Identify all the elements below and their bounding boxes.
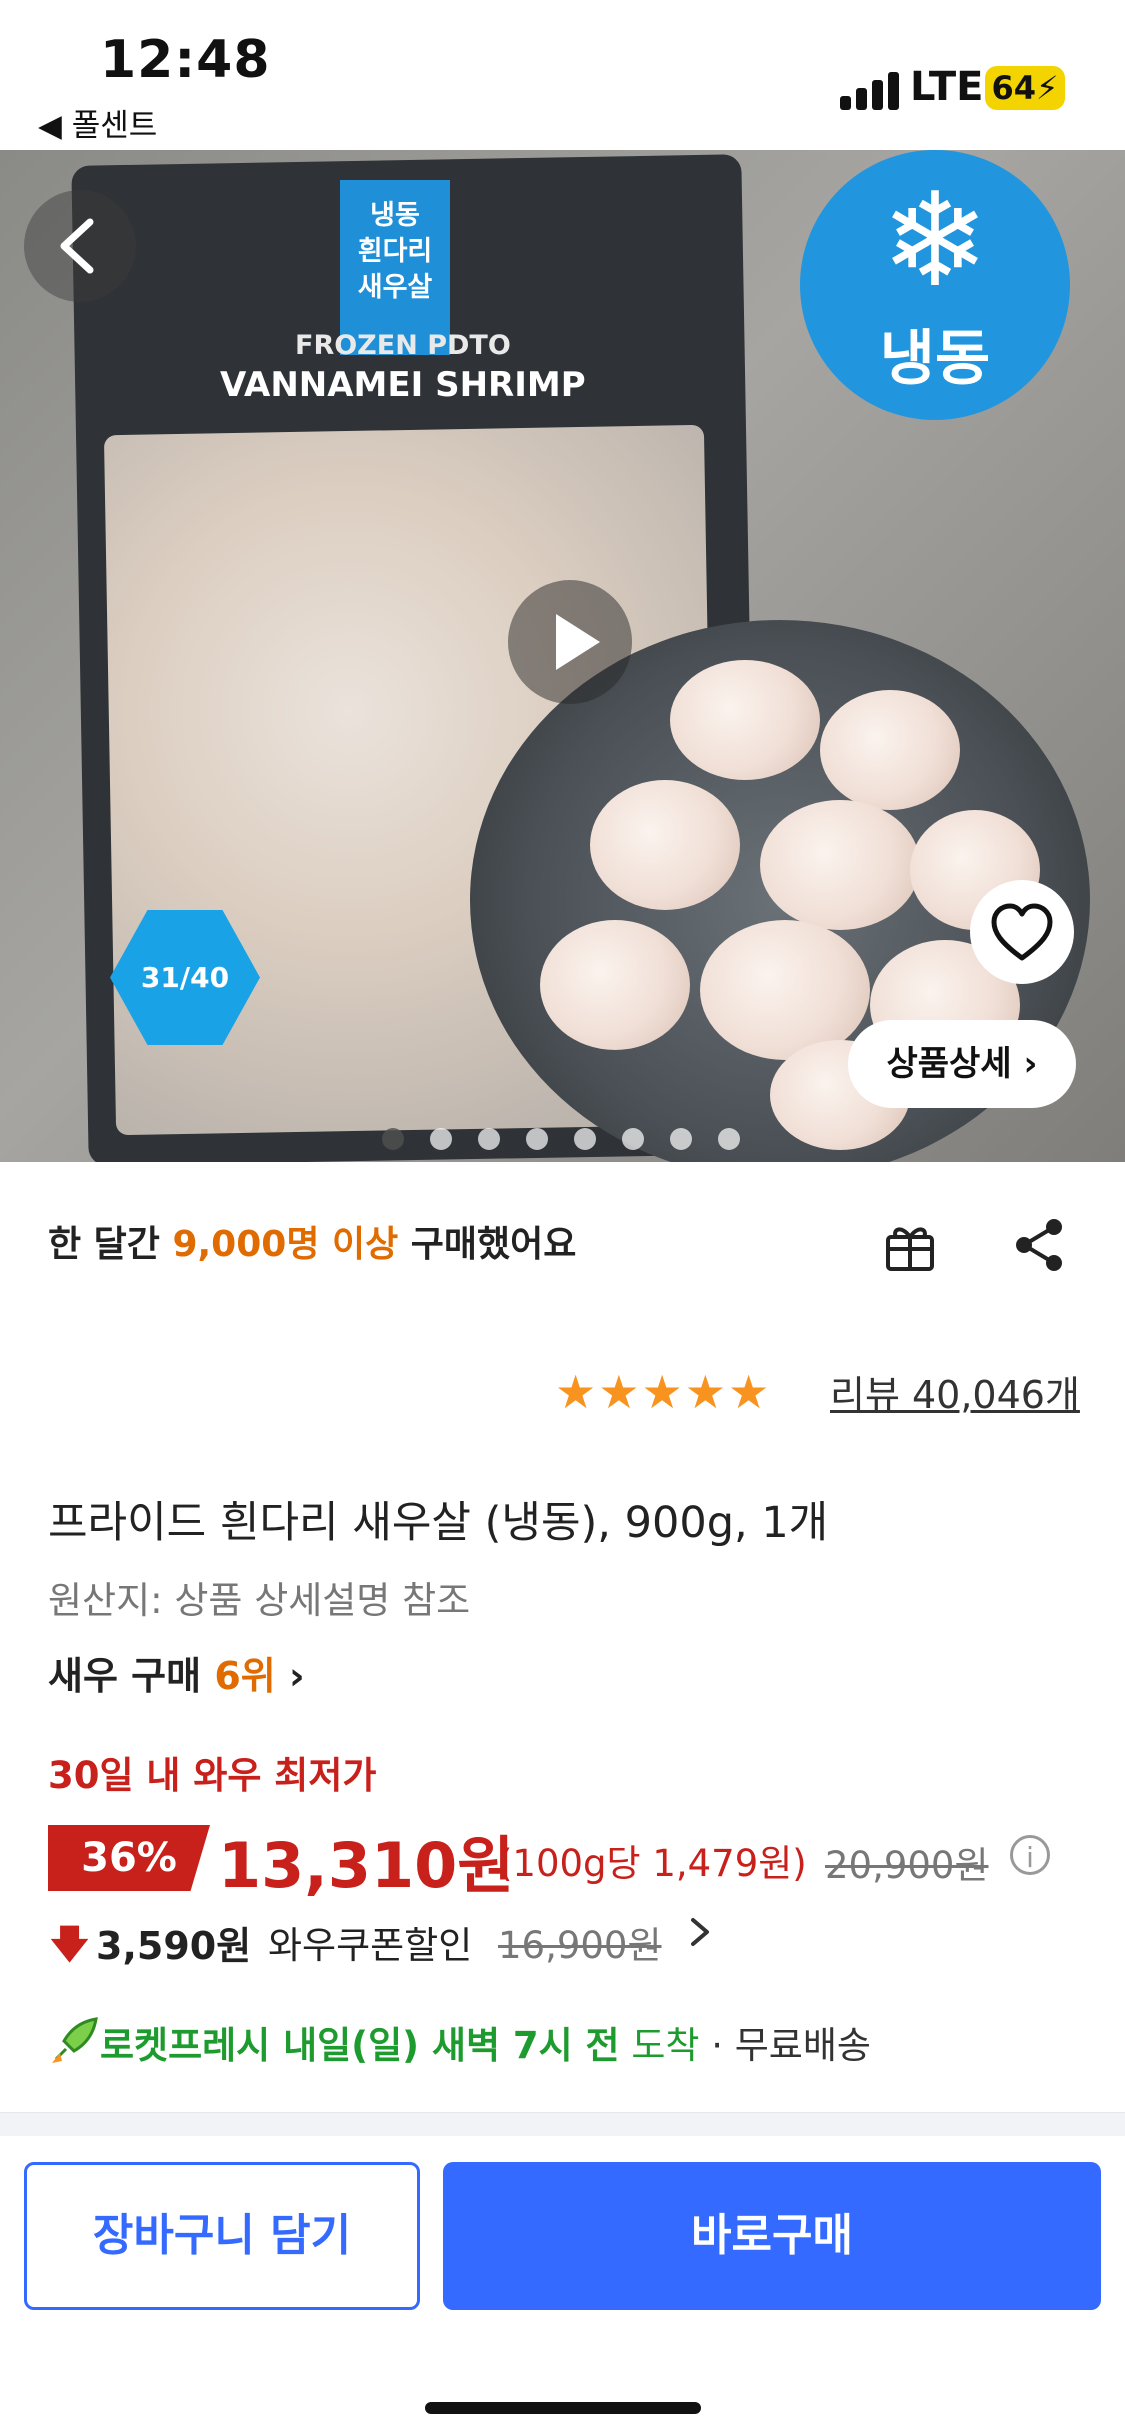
- delivery-info: 로켓프레시 내일(일) 새벽 7시 전 도착 · 무료배송: [100, 2015, 871, 2069]
- rocket-delivery-text: 로켓프레시 내일(일) 새벽 7시 전: [100, 2024, 620, 2067]
- carousel-dot: [670, 1128, 692, 1150]
- purchase-highlight: 9,000명 이상: [172, 1224, 399, 1265]
- product-origin: 원산지: 상품 상세설명 참조: [48, 1579, 471, 1622]
- delivery-separator: ·: [699, 2024, 735, 2067]
- info-icon[interactable]: i: [1010, 1835, 1050, 1875]
- rocket-icon: [46, 2013, 102, 2069]
- discount-badge: 36%: [48, 1825, 210, 1891]
- product-detail-label: 상품상세: [886, 1044, 1012, 1084]
- gift-button[interactable]: [880, 1215, 940, 1275]
- play-icon: [556, 614, 600, 670]
- sale-price: 13,310원: [218, 1829, 515, 1902]
- rank-label: 새우 구매: [48, 1654, 202, 1698]
- package-title-large: VANNAMEI SHRIMP: [220, 365, 586, 405]
- battery-icon: 64⚡: [985, 66, 1065, 110]
- review-count-link[interactable]: 리뷰 40,046개: [830, 1364, 1080, 1419]
- purchase-count-text: 한 달간 9,000명 이상 구매했어요: [48, 1215, 576, 1267]
- original-price: 20,900원: [825, 1844, 989, 1887]
- arrive-text: 도착: [631, 2024, 700, 2067]
- arrow-down-icon: 🡇: [50, 1922, 90, 1966]
- share-icon: [1016, 1219, 1062, 1271]
- star-icon: ★: [598, 1365, 642, 1419]
- star-icon: ★: [684, 1365, 728, 1419]
- carousel-dot: [622, 1128, 644, 1150]
- carousel-dot: [718, 1128, 740, 1150]
- chevron-right-icon: ›: [288, 1654, 305, 1698]
- chevron-left-icon: [60, 218, 94, 274]
- carousel-indicator: [382, 1128, 742, 1152]
- snowflake-icon: ❄: [880, 164, 990, 316]
- play-video-button[interactable]: [508, 580, 632, 704]
- carousel-dot: [574, 1128, 596, 1150]
- rank-value: 6위: [214, 1654, 276, 1698]
- status-time: 12:48: [100, 30, 271, 90]
- coupon-label: 와우쿠폰할인: [268, 1924, 473, 1967]
- product-title: 프라이드 흰다리 새우살 (냉동), 900g, 1개: [48, 1498, 829, 1548]
- chevron-right-icon: ›: [1023, 1044, 1038, 1084]
- battery-level: 64: [991, 69, 1037, 107]
- home-indicator: [425, 2402, 701, 2414]
- star-icon: ★: [641, 1365, 685, 1419]
- carousel-dot: [526, 1128, 548, 1150]
- lowest-price-label: 30일 내 와우 최저가: [48, 1754, 377, 1797]
- frozen-badge-label: 냉동: [879, 324, 991, 394]
- star-icon: ★: [728, 1365, 772, 1419]
- category-rank-link[interactable]: 새우 구매 6위 ›: [48, 1645, 305, 1700]
- rating-stars: ★★★★★: [555, 1365, 771, 1419]
- network-label: LTE: [910, 64, 984, 110]
- share-button[interactable]: [1010, 1215, 1070, 1275]
- chevron-right-icon: [691, 1918, 709, 1946]
- gift-icon: [886, 1227, 934, 1271]
- back-button[interactable]: [24, 190, 136, 302]
- signal-icon: [840, 72, 902, 110]
- coupon-detail-button[interactable]: [685, 1912, 715, 1962]
- package-title-small: FROZEN PDTO: [295, 330, 511, 361]
- package-tag: 냉동 흰다리 새우살: [340, 180, 450, 355]
- carousel-dot: [430, 1128, 452, 1150]
- coupon-original-price: 16,900원: [498, 1924, 662, 1967]
- carousel-dot: [478, 1128, 500, 1150]
- star-icon: ★: [555, 1365, 599, 1419]
- back-to-app-link[interactable]: ◀ 폴센트: [38, 100, 157, 145]
- unit-price: (100g당 1,479원): [498, 1842, 807, 1885]
- wishlist-button[interactable]: [970, 880, 1074, 984]
- coupon-amount: 3,590원: [96, 1924, 252, 1968]
- purchase-prefix: 한 달간: [48, 1224, 160, 1265]
- purchase-suffix: 구매했어요: [410, 1224, 577, 1265]
- add-to-cart-button[interactable]: 장바구니 담기: [24, 2162, 420, 2310]
- heart-icon: [991, 903, 1053, 961]
- buy-now-button[interactable]: 바로구매: [443, 2162, 1101, 2310]
- product-detail-button[interactable]: 상품상세 ›: [848, 1020, 1076, 1108]
- free-shipping-text: 무료배송: [734, 2024, 871, 2067]
- product-image-carousel[interactable]: 냉동 흰다리 새우살 FROZEN PDTO VANNAMEI SHRIMP 3…: [0, 150, 1125, 1162]
- section-divider: [0, 2112, 1125, 2137]
- frozen-badge: ❄ 냉동: [800, 150, 1070, 420]
- carousel-dot: [382, 1128, 404, 1150]
